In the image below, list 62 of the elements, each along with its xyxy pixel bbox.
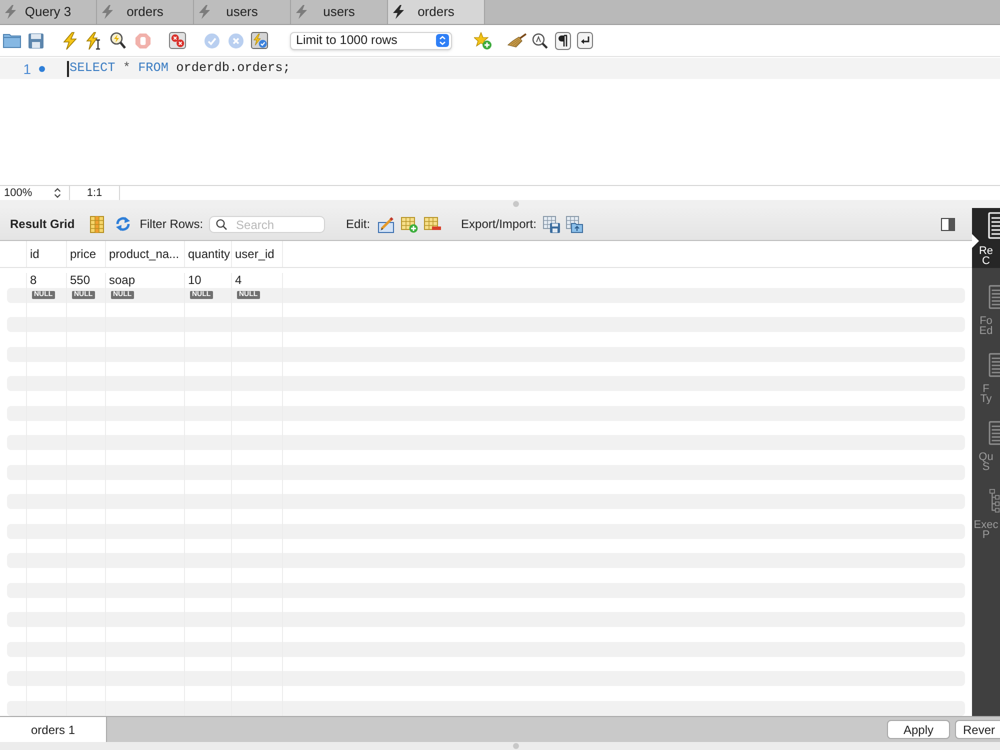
result-tab[interactable]: orders 1 [0,717,107,742]
lightning-icon [296,5,307,19]
text-cursor [67,60,68,76]
result-grid-label: Result Grid [10,216,75,233]
save-icon[interactable] [28,32,44,48]
line-number: 1 [22,62,31,76]
column-header[interactable]: product_na... [106,241,185,267]
table-cell-text: soap [108,273,136,288]
tab[interactable]: orders [388,0,485,24]
column-header[interactable]: quantity [185,241,232,267]
table-minus-icon[interactable] [424,216,442,232]
document-icon [988,212,1000,239]
table-cell-text: 4 [234,273,243,288]
chevron-updown-icon [436,34,449,47]
table-import-icon[interactable] [566,216,584,232]
action-button[interactable]: Rever [955,720,1000,739]
panel-toggle-icon[interactable] [941,218,955,230]
refresh-icon[interactable] [114,216,131,232]
autocommit-icon[interactable] [251,32,268,49]
code-line: SELECT * FROM orderdb.orders; [70,62,290,75]
magnifier-icon[interactable] [110,32,126,49]
column-header[interactable]: id [27,241,67,267]
limit-select[interactable]: Limit to 1000 rows [290,32,452,50]
document-icon [988,421,1000,445]
document-icon [988,353,1000,377]
document-icon [988,285,1000,309]
tab[interactable]: orders [97,0,194,24]
pilcrow-icon[interactable] [555,32,571,50]
tree-icon [989,489,1000,513]
tab[interactable]: users [291,0,388,24]
column-header[interactable]: user_id [232,241,283,267]
search-icon [216,218,228,230]
search-field[interactable]: Search [209,216,326,233]
table-cell-text: 550 [69,273,92,288]
table-plus-icon[interactable] [401,216,418,232]
lightning-icon [5,5,16,19]
lightning-icon [199,5,210,19]
column-grid-icon[interactable] [90,216,104,232]
pencil-table-icon[interactable] [378,216,396,232]
table-cell-text: 10 [187,273,202,288]
edit-label: Edit: [346,216,370,233]
filter-rows-label: Filter Rows: [140,216,204,233]
error-toggle-icon[interactable] [169,32,186,49]
chevron-updown-icon [54,188,61,198]
folder-icon[interactable] [3,33,21,48]
table-save-icon[interactable] [543,216,560,232]
export-import-label: Export/Import: [461,216,536,233]
lightning-icon [102,5,113,19]
lightning-icon[interactable] [63,32,77,50]
star-plus-icon[interactable] [474,32,492,50]
broom-icon[interactable] [507,33,527,48]
tab[interactable]: users [194,0,291,24]
search-icon[interactable] [532,32,548,48]
splitter-handle[interactable] [513,743,519,749]
side-panel-tab[interactable]: Re C [972,208,1000,268]
action-button[interactable]: Apply [887,720,950,739]
tab[interactable]: Query 3 [0,0,97,24]
table-cell-text: 8 [29,273,38,288]
lightning-icon [393,5,404,19]
splitter-handle[interactable] [513,201,519,207]
column-header[interactable]: price [67,241,106,267]
lightning-cursor-icon[interactable] [86,32,101,50]
